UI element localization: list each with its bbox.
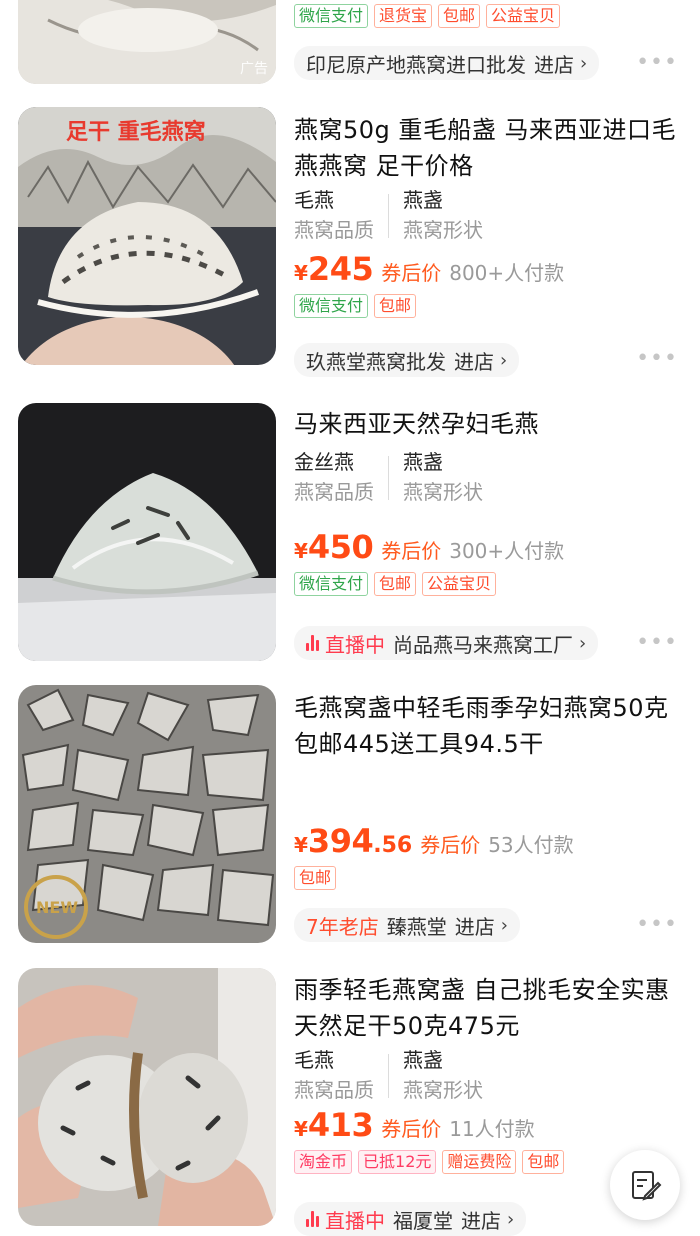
svg-text:NEW: NEW — [36, 898, 78, 917]
enter-store-label: 进店 — [461, 1208, 501, 1233]
tag-wechat-pay: 微信支付 — [294, 572, 369, 596]
more-options-icon[interactable]: ••• — [636, 912, 678, 937]
price-currency: ¥ — [294, 833, 308, 857]
tag-deducted: 已抵12元 — [358, 1150, 437, 1174]
after-coupon-label: 券后价 — [381, 1117, 442, 1141]
tag-wechat-pay: 微信支付 — [294, 294, 369, 318]
after-coupon-label: 券后价 — [381, 261, 442, 285]
tag-charity: 公益宝贝 — [422, 572, 497, 596]
product-image[interactable] — [18, 403, 276, 661]
more-options-icon[interactable]: ••• — [636, 50, 678, 75]
ad-label: 广告 — [240, 61, 268, 77]
price-currency: ¥ — [294, 539, 308, 563]
attr-value-quality: 金丝燕 — [294, 450, 354, 474]
attr-key-quality: 燕窝品质 — [294, 218, 374, 242]
chevron-right-icon: › — [500, 349, 508, 371]
attr-value-shape: 燕盏 — [403, 188, 443, 212]
product-image[interactable]: NEW — [18, 685, 276, 943]
store-link[interactable]: 直播中 尚品燕马来燕窝工厂 › — [294, 626, 599, 660]
attr-value-shape: 燕盏 — [403, 450, 443, 474]
enter-store-label: 进店 — [534, 52, 574, 77]
store-name: 印尼原产地燕窝进口批发 — [306, 52, 526, 77]
live-icon — [306, 635, 319, 651]
attr-divider — [388, 194, 389, 238]
attr-key-quality: 燕窝品质 — [294, 480, 374, 504]
enter-store-label: 进店 — [454, 914, 495, 939]
attr-key-shape: 燕窝形状 — [403, 480, 483, 504]
attr-key-quality: 燕窝品质 — [294, 1078, 374, 1102]
sales-count: 11人付款 — [449, 1117, 535, 1141]
store-link[interactable]: 7年老店 臻燕堂 进店 › — [294, 908, 520, 942]
more-options-icon[interactable]: ••• — [636, 346, 678, 371]
image-caption: 足干 重毛燕窝 — [66, 119, 206, 145]
tag-taobao-coin: 淘金币 — [294, 1150, 353, 1174]
live-status: 直播中 — [325, 632, 385, 657]
tag-free-shipping: 包邮 — [374, 294, 417, 318]
sales-count: 300+人付款 — [449, 539, 565, 563]
product-image[interactable] — [18, 968, 276, 1226]
store-name: 尚品燕马来燕窝工厂 — [393, 632, 573, 657]
attr-divider — [388, 456, 389, 500]
price-integer: 450 — [307, 528, 374, 566]
chevron-right-icon: › — [580, 52, 588, 74]
product-title[interactable]: 马来西亚天然孕妇毛燕 — [294, 406, 680, 442]
attr-key-shape: 燕窝形状 — [403, 1078, 483, 1102]
tag-wechat-pay: 微信支付 — [294, 4, 369, 28]
tag-return-insurance: 退货宝 — [374, 4, 433, 28]
store-name: 臻燕堂 — [386, 914, 447, 939]
chevron-right-icon: › — [579, 632, 587, 654]
edit-note-icon — [632, 1171, 662, 1201]
live-status: 直播中 — [325, 1208, 385, 1233]
attr-value-shape: 燕盏 — [403, 1048, 443, 1072]
store-link[interactable]: 直播中 福厦堂 进店 › — [294, 1202, 527, 1236]
more-options-icon[interactable]: ••• — [636, 630, 678, 655]
product-image[interactable]: 广告 — [18, 0, 276, 84]
price-integer: 245 — [307, 250, 374, 288]
price-currency: ¥ — [294, 1117, 308, 1141]
store-link[interactable]: 印尼原产地燕窝进口批发 进店 › — [294, 46, 600, 80]
attr-value-quality: 毛燕 — [294, 188, 334, 212]
sales-count: 53人付款 — [488, 833, 574, 857]
product-title[interactable]: 燕窝50g 重毛船盏 马来西亚进口毛燕燕窝 足干价格 — [294, 112, 680, 184]
product-title[interactable]: 雨季轻毛燕窝盏 自己挑毛安全实惠天然足干50克475元 — [294, 972, 680, 1044]
store-link[interactable]: 玖燕堂燕窝批发 进店 › — [294, 343, 520, 377]
attr-key-shape: 燕窝形状 — [403, 218, 483, 242]
store-age-label: 7年老店 — [306, 914, 379, 939]
chevron-right-icon: › — [500, 914, 508, 936]
price-integer: 413 — [307, 1106, 374, 1144]
tag-charity: 公益宝贝 — [486, 4, 561, 28]
store-name: 玖燕堂燕窝批发 — [306, 349, 446, 374]
live-icon — [306, 1211, 319, 1227]
enter-store-label: 进店 — [454, 349, 494, 374]
tag-free-shipping: 包邮 — [374, 572, 417, 596]
tag-free-shipping: 包邮 — [294, 866, 337, 890]
price-currency: ¥ — [294, 261, 308, 285]
tag-free-shipping: 包邮 — [522, 1150, 565, 1174]
attr-divider — [388, 1054, 389, 1098]
sales-count: 800+人付款 — [449, 261, 565, 285]
price-decimal: .56 — [373, 833, 413, 858]
attr-value-quality: 毛燕 — [294, 1048, 334, 1072]
after-coupon-label: 券后价 — [420, 833, 481, 857]
chevron-right-icon: › — [507, 1208, 515, 1230]
price-integer: 394 — [307, 822, 374, 860]
product-title[interactable]: 毛燕窝盏中轻毛雨季孕妇燕窝50克包邮445送工具94.5干 — [294, 690, 680, 762]
product-image[interactable]: 足干 重毛燕窝 — [18, 107, 276, 365]
feedback-fab[interactable] — [610, 1150, 680, 1220]
store-name: 福厦堂 — [393, 1208, 453, 1233]
tag-free-shipping: 包邮 — [438, 4, 481, 28]
after-coupon-label: 券后价 — [381, 539, 442, 563]
tag-shipping-insurance: 赠运费险 — [442, 1150, 517, 1174]
